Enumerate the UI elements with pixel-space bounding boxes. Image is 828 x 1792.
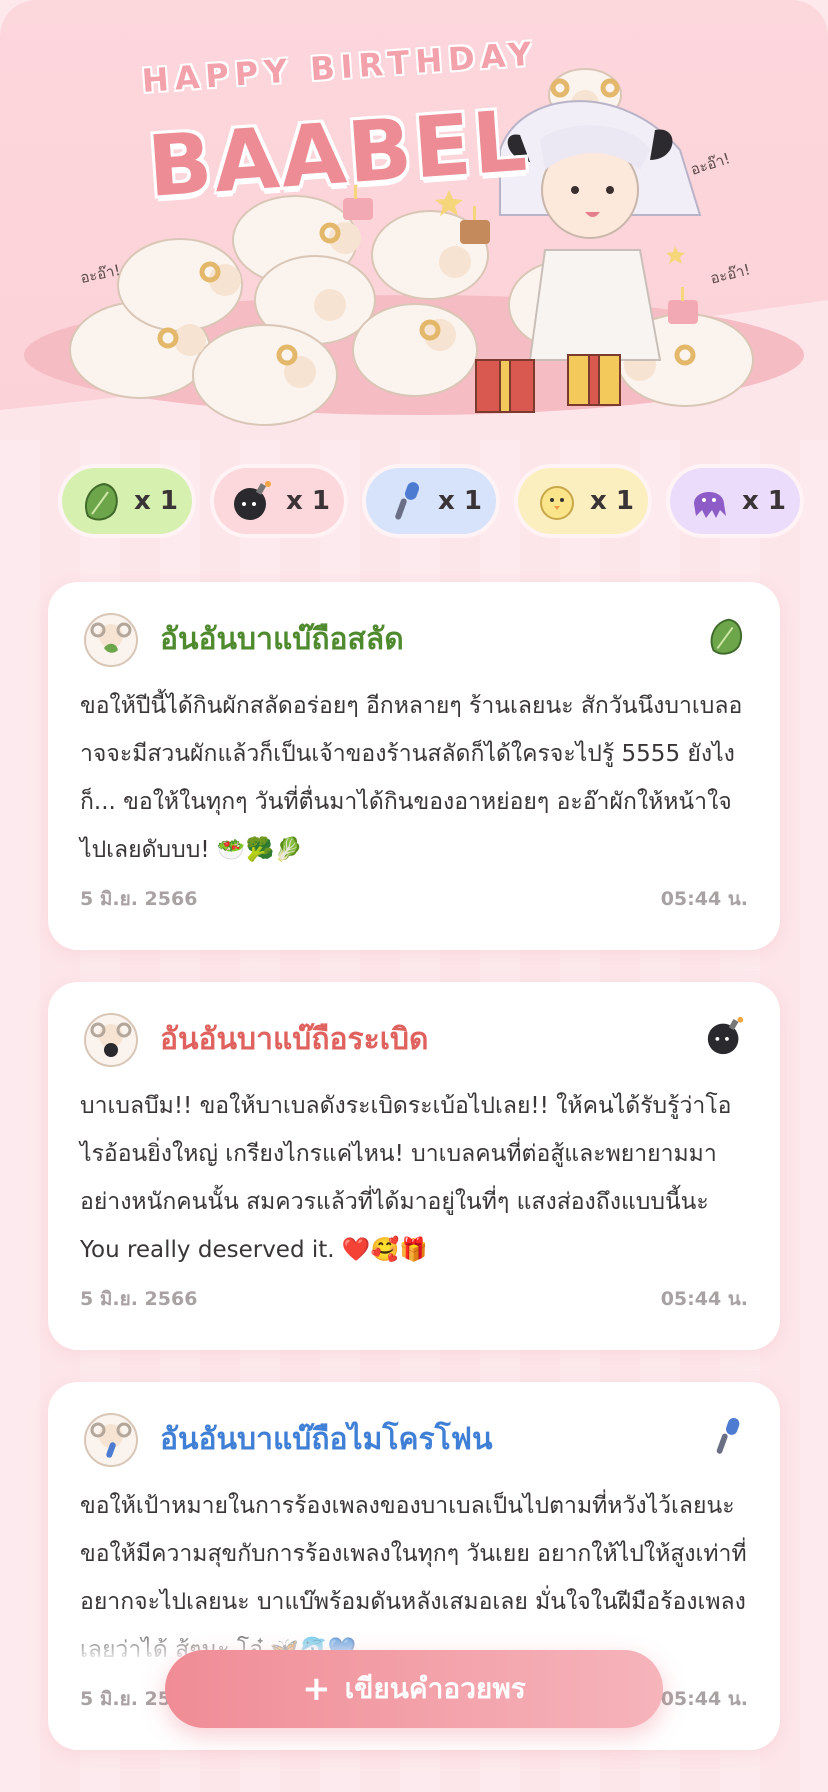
plus-icon: +: [302, 1669, 331, 1709]
card-message: ขอให้ปีนี้ได้กินผักสลัดอร่อยๆ อีกหลายๆ ร…: [80, 693, 743, 863]
card-time: 05:44 น.: [660, 1288, 748, 1310]
tally-chick[interactable]: x 1: [518, 468, 648, 534]
card-message: บาเบลบึม!! ขอให้บาเบลดังระเบิดระเบ้อไปเล…: [80, 1093, 732, 1263]
card-time: 05:44 น.: [660, 1688, 748, 1710]
tally-lettuce[interactable]: x 1: [62, 468, 192, 534]
page: HAPPY BIRTHDAY BAABEL อะอ๊า! อะอ๊า! อะอ๊…: [0, 0, 828, 1792]
card-title: อันอันบาแบ๊ถือระเบิด: [160, 1022, 429, 1057]
lettuce-icon: [85, 482, 118, 521]
card-date: 5 มิ.ย. 2566: [80, 888, 198, 910]
tally-microphone[interactable]: x 1: [366, 468, 496, 534]
lettuce-icon: [710, 618, 742, 655]
bomb-icon: [707, 1016, 744, 1055]
write-wish-label: เขียนคำอวยพร: [344, 1672, 526, 1705]
microphone-icon: [716, 1417, 740, 1454]
octopus-icon: [694, 492, 726, 518]
wish-card[interactable]: อันอันบาแบ๊ถือสลัด ขอให้ปีนี้ได้กินผักสล…: [48, 582, 780, 950]
tally-count: x 1: [134, 486, 178, 516]
wish-card[interactable]: อันอันบาแบ๊ถือระเบิด บาเบลบึม!! ขอให้บาเ…: [48, 982, 780, 1350]
write-wish-button[interactable]: + เขียนคำอวยพร: [165, 1650, 663, 1728]
card-title: อันอันบาแบ๊ถือสลัด: [160, 622, 404, 657]
gift-tally-bar: x 1 x 1 x 1 x 1 x 1: [62, 468, 828, 534]
sheep-avatar: [84, 1013, 138, 1067]
sheep-avatar: [84, 1413, 138, 1467]
hero-banner: HAPPY BIRTHDAY BAABEL อะอ๊า! อะอ๊า! อะอ๊…: [0, 0, 828, 440]
tally-count: x 1: [742, 486, 786, 516]
card-date: 5 มิ.ย. 2566: [80, 1288, 198, 1310]
card-title: อันอันบาแบ๊ถือไมโครโฟน: [160, 1422, 493, 1457]
chick-icon: [540, 486, 574, 520]
tally-count: x 1: [590, 486, 634, 516]
tally-count: x 1: [286, 486, 330, 516]
sheep-avatar: [84, 613, 138, 667]
tally-bomb[interactable]: x 1: [214, 468, 344, 534]
microphone-icon: [395, 482, 420, 520]
tally-octopus[interactable]: x 1: [670, 468, 800, 534]
tally-count: x 1: [438, 486, 482, 516]
card-time: 05:44 น.: [660, 888, 748, 910]
bomb-icon: [234, 481, 271, 520]
